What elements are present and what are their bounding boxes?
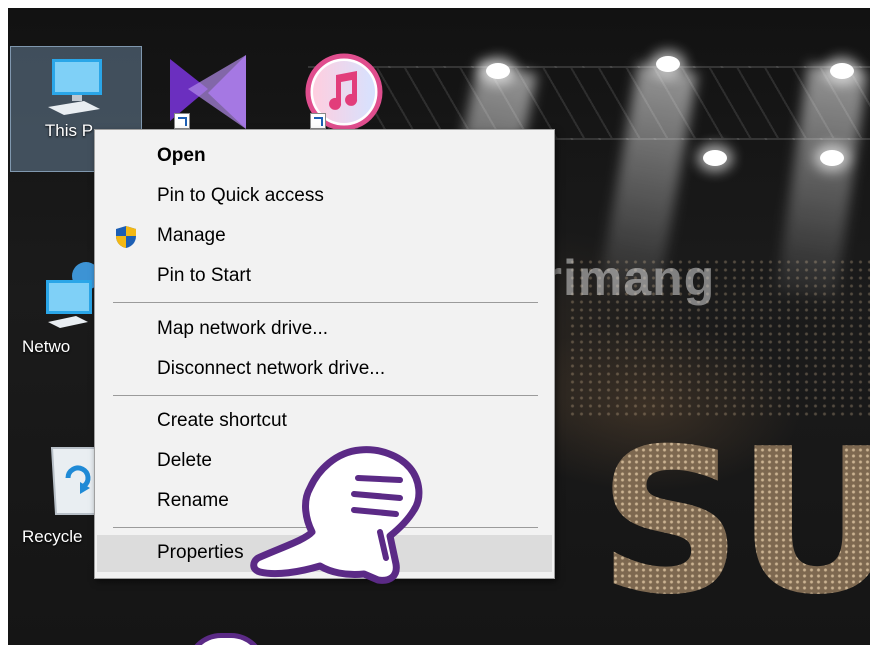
pointing-hand-icon — [250, 440, 430, 595]
menu-item-label: Pin to Quick access — [157, 185, 324, 206]
menu-item-label: Create shortcut — [157, 410, 287, 431]
stage-lamp — [820, 150, 844, 166]
menu-item-manage[interactable]: Manage — [97, 218, 552, 255]
menu-item-pin-start[interactable]: Pin to Start — [97, 258, 552, 295]
menu-item-create-shortcut[interactable]: Create shortcut — [97, 403, 552, 440]
desktop-icon-itunes[interactable] — [304, 53, 384, 133]
menu-separator — [113, 395, 538, 396]
menu-item-label: Delete — [157, 450, 212, 471]
stage-lamp — [486, 63, 510, 79]
menu-item-label: Manage — [157, 225, 226, 246]
stage-lamp — [656, 56, 680, 72]
menu-item-label: Open — [157, 145, 206, 166]
menu-item-label: Pin to Start — [157, 265, 251, 286]
desktop-icon-visual-studio[interactable] — [168, 53, 248, 133]
partial-icon — [186, 633, 266, 645]
menu-item-label: Disconnect network drive... — [157, 358, 386, 379]
menu-item-label: Map network drive... — [157, 318, 329, 339]
menu-item-pin-quick-access[interactable]: Pin to Quick access — [97, 178, 552, 215]
wallpaper-text: SUF — [598, 423, 870, 623]
shortcut-arrow-icon — [174, 113, 190, 129]
menu-item-label: Properties — [157, 542, 244, 563]
stage-lamp — [703, 150, 727, 166]
menu-item-map-network-drive[interactable]: Map network drive... — [97, 311, 552, 348]
monitor-icon — [44, 57, 108, 117]
menu-item-label: Rename — [157, 490, 229, 511]
shortcut-arrow-icon — [310, 113, 326, 129]
menu-item-disconnect-network-drive[interactable]: Disconnect network drive... — [97, 351, 552, 388]
stage-lamp — [830, 63, 854, 79]
menu-separator — [113, 302, 538, 303]
menu-item-open[interactable]: Open — [97, 138, 552, 175]
uac-shield-icon — [115, 225, 137, 255]
